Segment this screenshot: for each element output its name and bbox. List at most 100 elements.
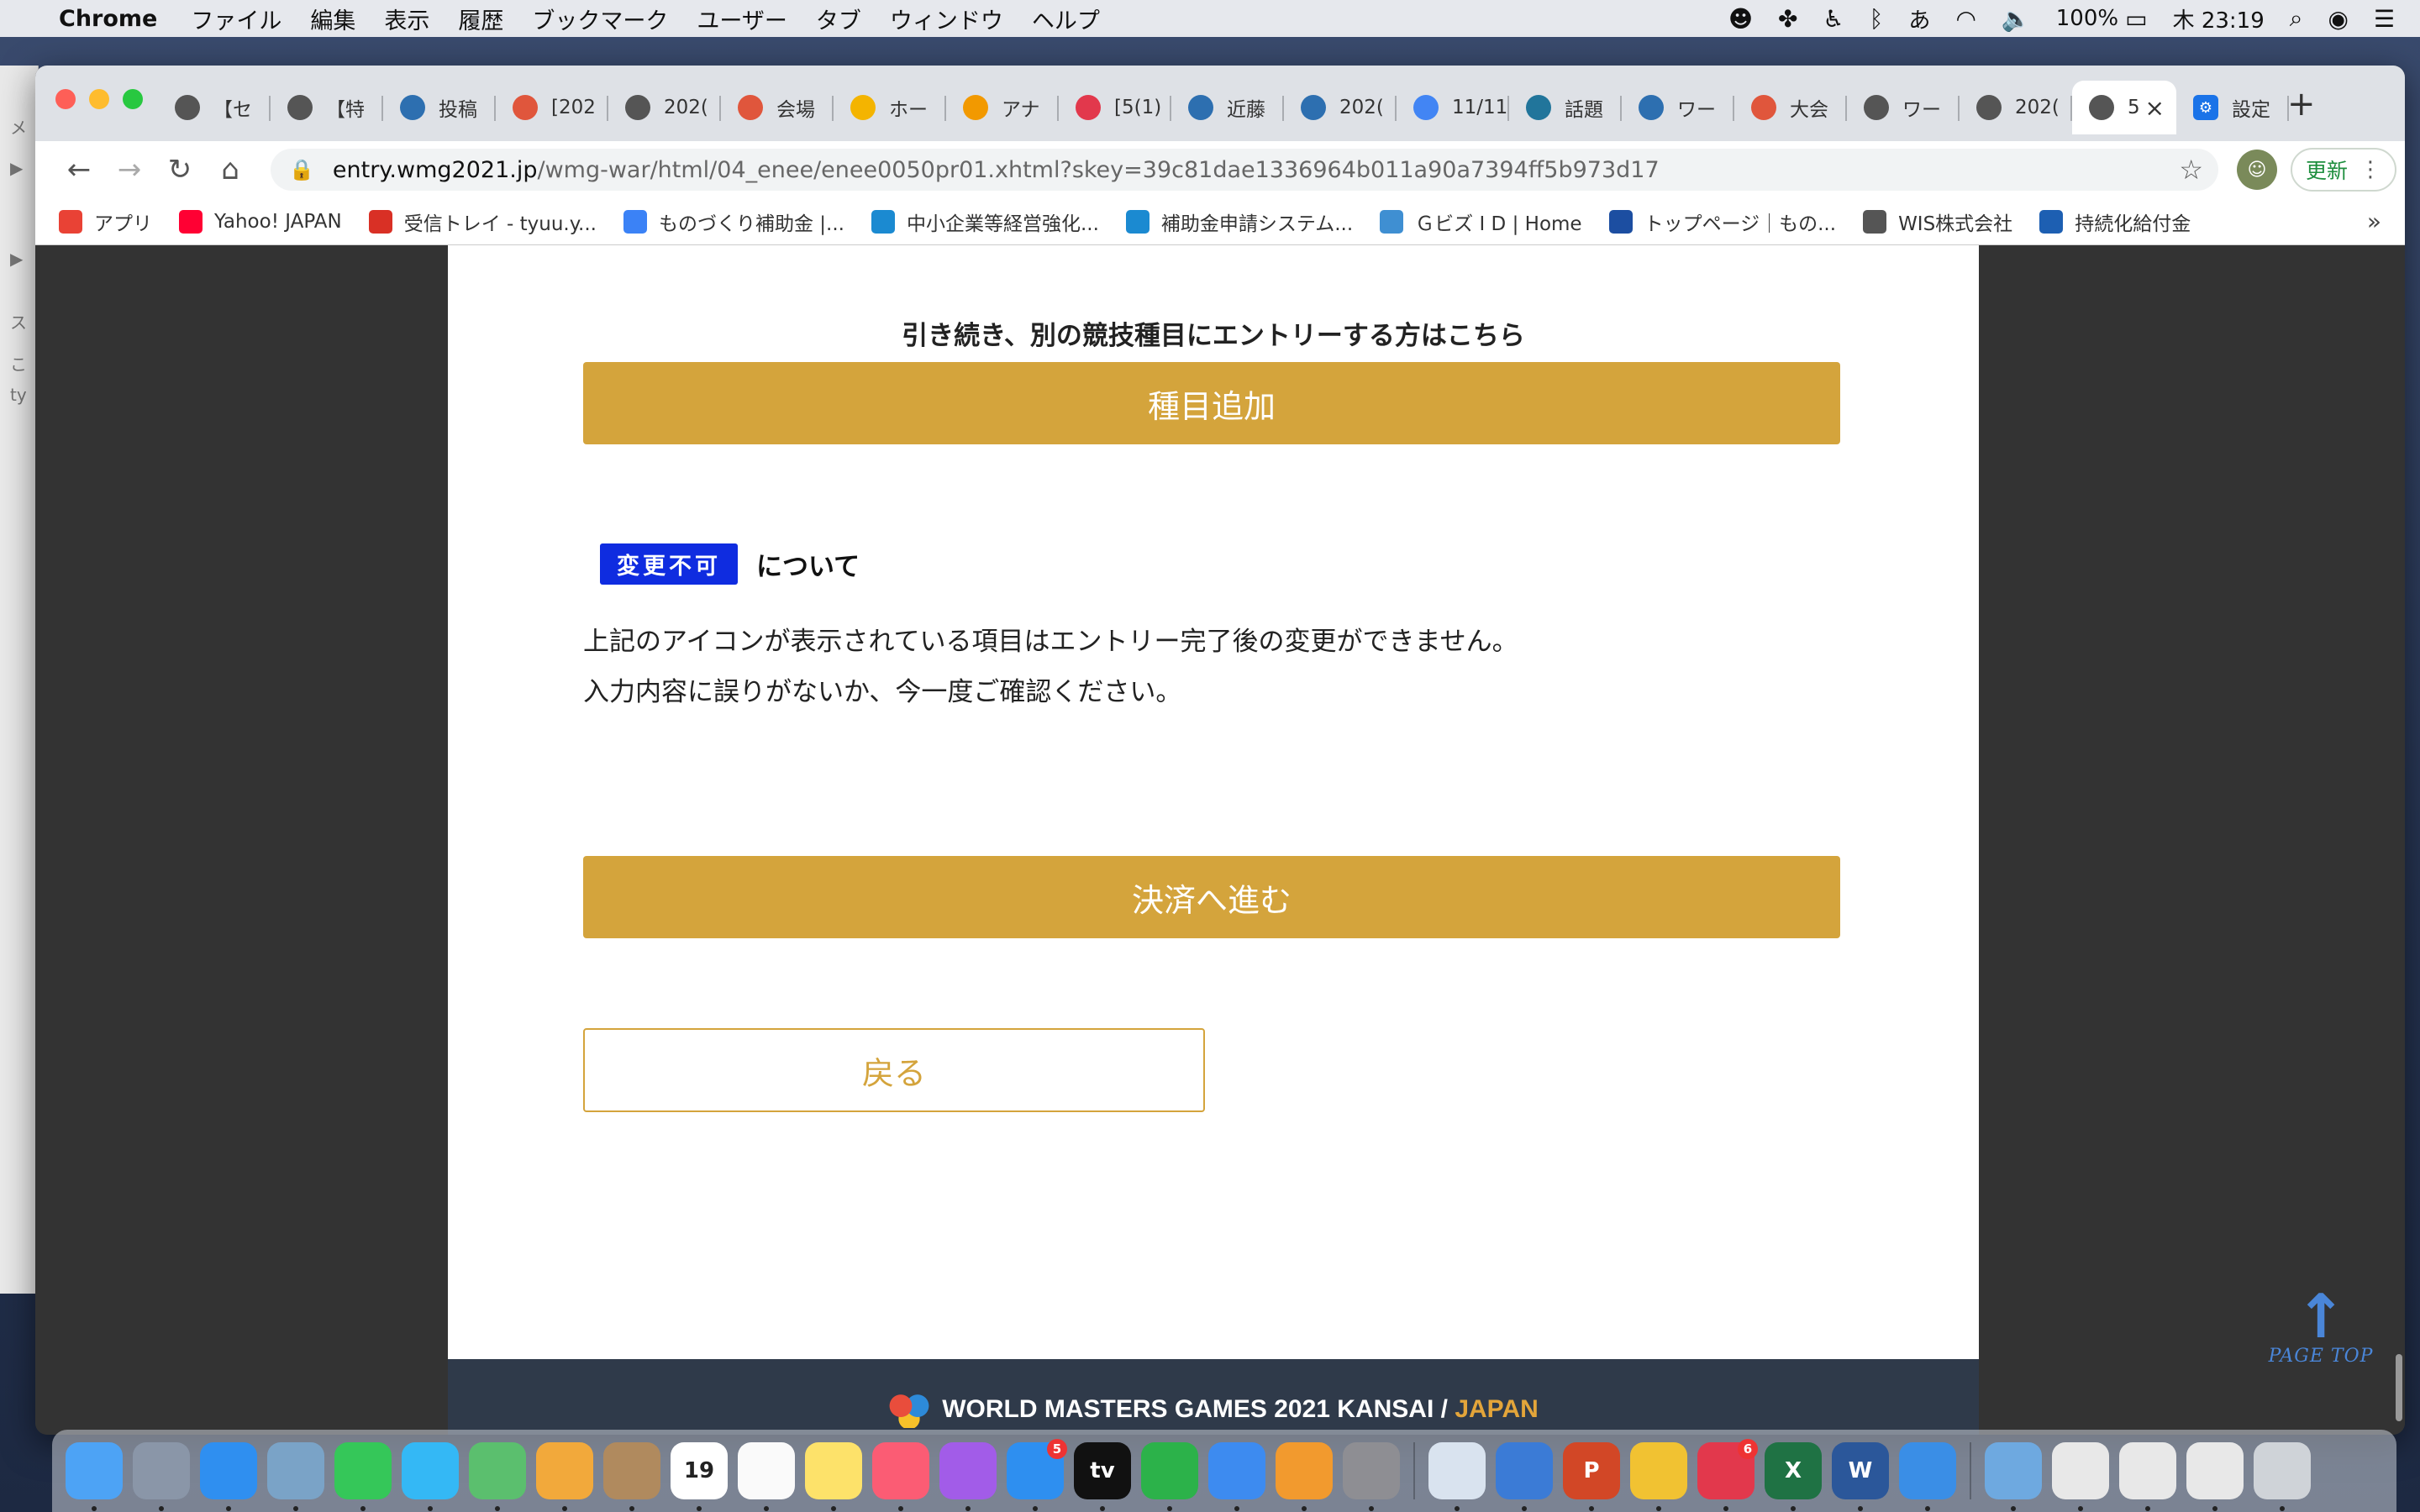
scrollbar-thumb[interactable] [2396,1354,2402,1421]
tab[interactable]: 【セ [158,81,271,134]
menu-edit[interactable]: 編集 [310,3,355,35]
safari-icon[interactable] [200,1442,257,1511]
battery-percent[interactable]: 100% [2056,6,2118,31]
tab[interactable]: ワー [1847,81,1960,134]
menu-users[interactable]: ユーザー [697,3,786,35]
tab[interactable]: 大会 [1734,81,1847,134]
new-tab-button[interactable]: + [2287,87,2316,121]
preview-icon[interactable] [1496,1442,1553,1511]
wmg-logo[interactable]: WORLD MASTERS GAMES 2021 KANSAI / JAPAN [888,1391,1539,1428]
music-icon[interactable] [872,1442,929,1511]
tab[interactable]: ワー [1622,81,1734,134]
volume-icon[interactable]: 🔈 [2002,5,2031,33]
forward-icon[interactable]: → [104,153,155,186]
menu-history[interactable]: 履歴 [458,3,503,35]
fan-status-icon[interactable]: ✤ [1778,5,1797,33]
calendar-icon[interactable]: 19 [671,1442,728,1511]
menu-bookmarks[interactable]: ブックマーク [532,3,668,35]
podcasts-icon[interactable] [939,1442,997,1511]
menu-view[interactable]: 表示 [384,3,429,35]
proceed-to-payment-button[interactable]: 決済へ進む [583,856,1840,938]
bookmarks-overflow-icon[interactable]: » [2367,207,2381,235]
tab[interactable]: 202( [1284,81,1397,134]
doc-stack-icon[interactable] [2119,1442,2176,1511]
input-method-indicator[interactable]: あ [1908,3,1930,34]
finder-icon[interactable] [66,1442,123,1511]
reminders-icon[interactable] [738,1442,795,1511]
tab[interactable]: 202( [1960,81,2072,134]
profile-avatar[interactable]: ☺ [2237,150,2277,190]
tab-active[interactable]: 5 × [2072,81,2176,134]
home-icon[interactable]: ⌂ [205,153,255,186]
tab[interactable]: アナ [946,81,1059,134]
bookmark-item[interactable]: 持続化給付金 [2039,207,2191,236]
numbers-icon[interactable] [1141,1442,1198,1511]
wifi-icon[interactable]: ◠ [1955,5,1975,33]
bookmark-item[interactable]: Ｇビズ I D | Home [1380,207,1582,236]
add-event-button[interactable]: 種目追加 [583,362,1840,444]
back-button[interactable]: 戻る [583,1028,1205,1112]
menu-help[interactable]: ヘルプ [1032,3,1100,35]
tab[interactable]: [202 [496,81,608,134]
app-store-icon[interactable]: 5 [1007,1439,1067,1511]
bookmark-item[interactable]: 受信トレイ - tyuu.y... [368,207,597,236]
sketch-flower-icon[interactable]: 6 [1697,1439,1758,1511]
powerpoint-icon[interactable]: P [1563,1442,1620,1511]
notification-center-icon[interactable]: ☰ [2374,5,2395,33]
tab[interactable]: 【特 [271,81,383,134]
tab[interactable]: ホー [834,81,946,134]
more-menu-icon[interactable]: ⋮ [2360,157,2381,182]
bluetooth-icon[interactable] [1899,1442,1956,1511]
keynote-icon[interactable] [1208,1442,1265,1511]
doc-stack-icon[interactable] [2052,1442,2109,1511]
bookmark-item[interactable]: ものづくり補助金 |... [623,207,844,236]
bookmark-item[interactable]: アプリ [59,207,152,236]
siri-icon[interactable]: ◉ [2328,5,2348,33]
bookmark-item[interactable]: WIS株式会社 [1863,207,2012,236]
tab[interactable]: 202( [608,81,721,134]
accessibility-icon[interactable]: ♿ [1823,5,1844,33]
notes-icon[interactable] [805,1442,862,1511]
reload-icon[interactable]: ↻ [155,153,205,186]
bluetooth-icon[interactable]: ᛒ [1870,5,1884,33]
pages-icon[interactable] [1276,1442,1333,1511]
page-scrollbar[interactable] [2393,245,2405,1435]
doc-stack-icon[interactable] [2186,1442,2244,1511]
tab[interactable]: 会場 [721,81,834,134]
minimize-window-button[interactable] [89,89,109,109]
page-top-button[interactable]: ↑ PAGE TOP [2254,1286,2388,1367]
bookmark-item[interactable]: Yahoo! JAPAN [179,209,342,234]
chrome-icon[interactable] [1630,1442,1687,1511]
back-icon[interactable]: ← [54,153,104,186]
menu-clock[interactable]: 木 23:19 [2173,3,2265,34]
tab[interactable]: 11/11 [1397,81,1509,134]
bookmark-item[interactable]: 補助金申請システム... [1125,207,1353,236]
alien-status-icon[interactable]: ☻ [1728,5,1753,33]
tab[interactable]: 話題 [1509,81,1622,134]
trash-icon[interactable] [2254,1442,2311,1511]
app-menu[interactable]: Chrome [59,6,157,32]
mail-stamp-icon[interactable] [267,1442,324,1511]
bookmark-star-icon[interactable]: ☆ [2179,154,2203,186]
close-window-button[interactable] [55,89,76,109]
tab[interactable]: 投稿 [383,81,496,134]
tab[interactable]: [5(1) [1059,81,1171,134]
contacts-icon[interactable] [603,1442,660,1511]
zoom-window-button[interactable] [123,89,143,109]
facetime-icon[interactable] [334,1442,392,1511]
launchpad-icon[interactable] [133,1442,190,1511]
menu-file[interactable]: ファイル [191,3,281,35]
bookmark-item[interactable]: 中小企業等経営強化... [871,207,1099,236]
system-preferences-icon[interactable] [1343,1442,1400,1511]
tab[interactable]: 近藤 [1171,81,1284,134]
background-window[interactable]: メ ▶ ▶ ス こ ty [0,66,39,1294]
close-tab-icon[interactable]: × [2145,94,2165,122]
tab[interactable]: ⚙ 設定 [2176,81,2289,134]
finder-face-icon[interactable] [1428,1442,1486,1511]
downloads-icon[interactable] [1985,1442,2042,1511]
maps-icon[interactable] [469,1442,526,1511]
messages-icon[interactable] [402,1442,459,1511]
menu-window[interactable]: ウィンドウ [890,3,1003,35]
menu-tab[interactable]: タブ [816,3,861,35]
spotlight-icon[interactable]: ⌕ [2290,4,2303,33]
